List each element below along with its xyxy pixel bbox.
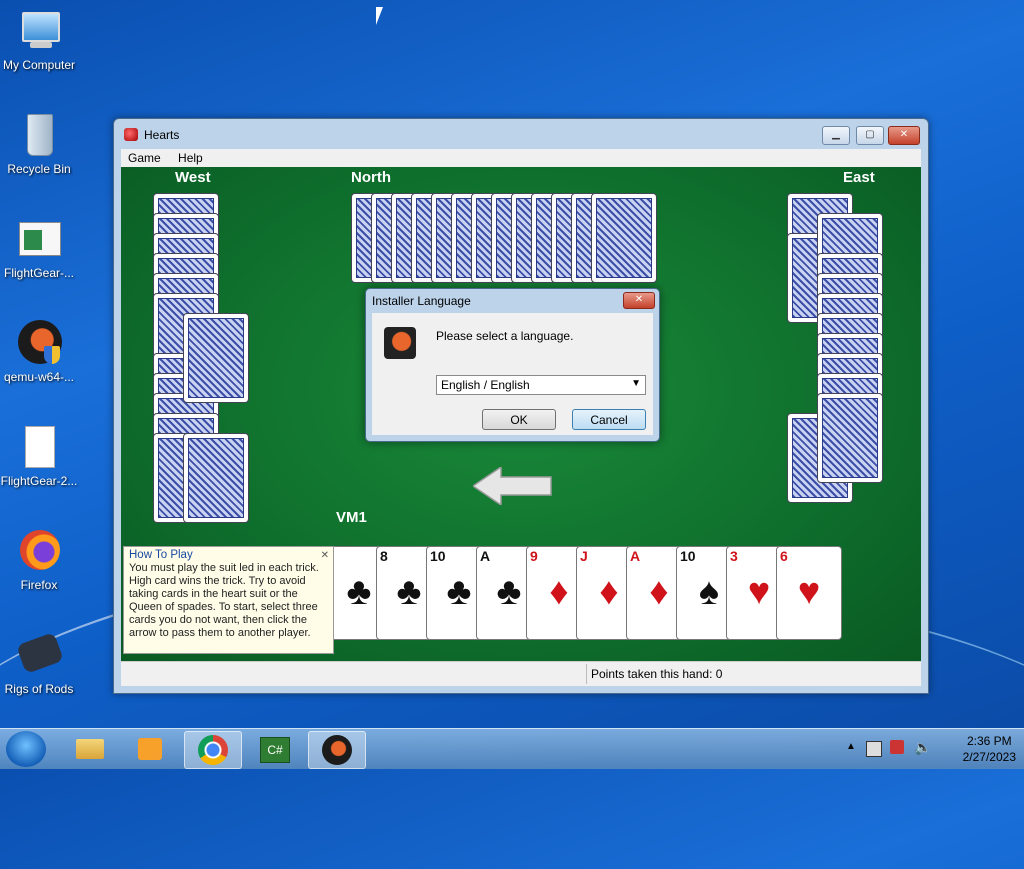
- menu-game[interactable]: Game: [121, 150, 168, 166]
- chrome-icon: [198, 735, 228, 765]
- taskbar-qemu[interactable]: [308, 731, 366, 769]
- pass-arrow-button[interactable]: [473, 467, 553, 505]
- desktop-icon-label: FlightGear-...: [3, 266, 75, 280]
- network-icon[interactable]: [866, 741, 882, 757]
- language-selected-value: English / English: [441, 378, 530, 392]
- clock[interactable]: 2:36 PM 2/27/2023: [963, 733, 1016, 765]
- desktop-icon-qemu[interactable]: qemu-w64-...: [0, 320, 78, 384]
- desktop-icon-label: My Computer: [2, 58, 76, 72]
- minimize-button[interactable]: ▁: [822, 126, 850, 145]
- hearts-app-icon: [124, 128, 138, 141]
- title-bar[interactable]: Hearts ▁ ▢ ✕: [114, 119, 928, 149]
- close-button[interactable]: ✕: [888, 126, 920, 145]
- app-window-icon: [16, 216, 62, 262]
- action-center-icon[interactable]: [890, 740, 904, 754]
- player-north-label: North: [351, 169, 391, 186]
- language-select[interactable]: English / English ▼: [436, 375, 646, 395]
- card-back: [183, 433, 249, 523]
- file-icon: [16, 424, 62, 470]
- desktop-icon-firefox[interactable]: Firefox: [0, 528, 78, 592]
- desktop-icon-rigs-of-rods[interactable]: Rigs of Rods: [0, 632, 78, 696]
- firefox-icon: [16, 528, 62, 574]
- card-rank: A: [630, 548, 641, 564]
- card-rank: J: [580, 548, 588, 564]
- how-to-play-text: You must play the suit led in each trick…: [129, 562, 319, 639]
- taskbar-media-player[interactable]: [122, 731, 178, 767]
- hand-card[interactable]: 6 ♥: [776, 546, 842, 640]
- chevron-down-icon: ▼: [631, 378, 641, 389]
- start-button[interactable]: [6, 731, 46, 767]
- clock-date: 2/27/2023: [962, 750, 1016, 764]
- player-west-label: West: [175, 169, 211, 186]
- qemu-icon: [322, 735, 352, 765]
- card-rank: A: [480, 548, 491, 564]
- csharp-icon: C#: [260, 737, 290, 763]
- qemu-icon: [384, 327, 416, 359]
- card-rank: 3: [730, 548, 738, 564]
- cancel-button[interactable]: Cancel: [572, 409, 646, 430]
- card-back: [183, 313, 249, 403]
- rigs-of-rods-icon: [16, 632, 64, 678]
- qemu-icon: [16, 320, 62, 366]
- menu-help[interactable]: Help: [171, 150, 210, 166]
- dialog-body: Please select a language. English / Engl…: [372, 313, 653, 435]
- card-rank: 6: [780, 548, 788, 564]
- desktop-icon-label: FlightGear-2...: [0, 474, 78, 488]
- desktop-icon-label: qemu-w64-...: [3, 370, 75, 384]
- how-to-play-tip: ✕ How To Play You must play the suit led…: [123, 546, 334, 654]
- card-rank: 10: [680, 548, 696, 564]
- player-south-label: VM1: [336, 509, 367, 526]
- desktop-icon-flightgear-app[interactable]: FlightGear-...: [0, 216, 78, 280]
- close-tip-icon[interactable]: ✕: [321, 549, 329, 562]
- volume-icon[interactable]: 🔈: [914, 739, 931, 756]
- taskbar-csharp[interactable]: C#: [246, 731, 302, 767]
- clock-time: 2:36 PM: [966, 734, 1012, 748]
- taskbar-chrome[interactable]: [184, 731, 242, 769]
- taskbar-explorer[interactable]: [62, 731, 118, 767]
- card-suit-icon: ♥: [797, 571, 821, 613]
- how-to-play-heading: How To Play: [129, 549, 193, 561]
- card-rank: 8: [380, 548, 388, 564]
- recycle-bin-icon: [16, 112, 62, 158]
- points-status: Points taken this hand: 0: [591, 667, 723, 681]
- ok-button[interactable]: OK: [482, 409, 556, 430]
- window-title: Hearts: [144, 128, 180, 142]
- status-bar: Points taken this hand: 0: [121, 661, 921, 686]
- installer-language-dialog[interactable]: Installer Language ✕ Please select a lan…: [365, 288, 660, 442]
- desktop-icon-label: Recycle Bin: [7, 162, 71, 176]
- dialog-close-button[interactable]: ✕: [623, 292, 655, 309]
- desktop-icon-my-computer[interactable]: My Computer: [0, 8, 78, 72]
- dialog-message: Please select a language.: [436, 329, 574, 343]
- computer-icon: [16, 8, 62, 54]
- card-back: [591, 193, 657, 283]
- card-rank: 10: [430, 548, 446, 564]
- menu-bar: Game Help: [121, 149, 921, 167]
- taskbar: C# ▲ 🔈 2:36 PM 2/27/2023: [0, 728, 1024, 769]
- desktop-icon-flightgear-file[interactable]: FlightGear-2...: [0, 424, 78, 488]
- desktop-icon-label: Firefox: [20, 578, 58, 592]
- card-rank: 9: [530, 548, 538, 564]
- desktop-icon-recycle-bin[interactable]: Recycle Bin: [0, 112, 78, 176]
- dialog-title: Installer Language: [372, 294, 471, 308]
- maximize-button[interactable]: ▢: [856, 126, 884, 145]
- desktop-icon-label: Rigs of Rods: [4, 682, 74, 696]
- show-hidden-icons[interactable]: ▲: [846, 741, 856, 752]
- card-back: [817, 393, 883, 483]
- mouse-cursor: [376, 7, 383, 25]
- explorer-icon: [76, 739, 104, 759]
- media-player-icon: [138, 738, 162, 760]
- player-east-label: East: [843, 169, 875, 186]
